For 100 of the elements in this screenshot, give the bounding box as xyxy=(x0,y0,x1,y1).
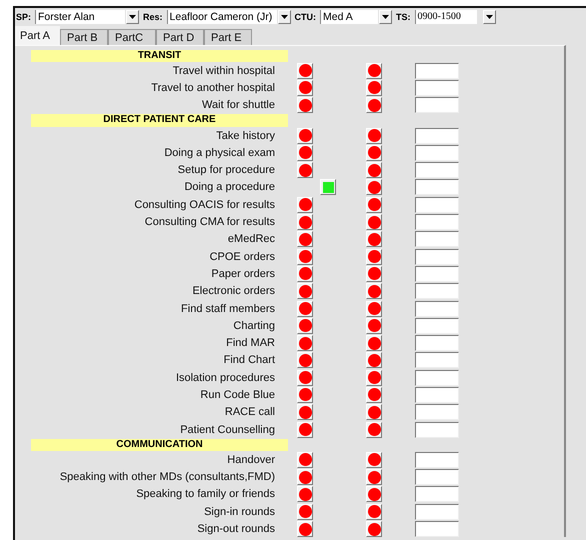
activity-label: RACE call xyxy=(224,406,275,418)
status-button[interactable] xyxy=(297,504,313,520)
status-button[interactable] xyxy=(366,162,382,178)
status-button[interactable] xyxy=(366,266,382,282)
time-field[interactable] xyxy=(415,80,459,96)
status-button[interactable] xyxy=(366,404,382,420)
time-field[interactable] xyxy=(415,370,459,386)
status-button[interactable] xyxy=(366,179,382,196)
status-button[interactable] xyxy=(366,248,382,265)
activity-label: Find MAR xyxy=(225,337,275,350)
status-button[interactable] xyxy=(366,62,382,79)
status-button[interactable] xyxy=(366,452,382,468)
time-field[interactable] xyxy=(415,386,459,403)
time-field[interactable] xyxy=(415,486,459,502)
time-field[interactable] xyxy=(415,521,459,537)
status-button[interactable] xyxy=(297,469,313,486)
status-button[interactable] xyxy=(297,318,313,334)
time-field[interactable] xyxy=(415,504,459,520)
status-button[interactable] xyxy=(366,386,382,403)
status-button[interactable] xyxy=(297,404,313,420)
status-button[interactable] xyxy=(297,486,313,502)
status-button[interactable] xyxy=(366,318,382,334)
time-field[interactable] xyxy=(415,231,459,248)
tab[interactable]: Part D xyxy=(156,29,204,45)
status-button[interactable] xyxy=(366,370,382,386)
status-button[interactable] xyxy=(297,266,313,282)
dropdown-button[interactable] xyxy=(379,10,392,24)
time-field[interactable] xyxy=(415,300,459,316)
time-field[interactable] xyxy=(415,62,459,79)
dropdown-button[interactable] xyxy=(126,10,140,24)
status-button[interactable] xyxy=(297,352,313,368)
status-button[interactable] xyxy=(366,97,382,114)
activity-label: Isolation procedures xyxy=(174,372,275,384)
activity-label: eMedRec xyxy=(226,233,275,246)
time-field[interactable] xyxy=(415,144,459,161)
status-button[interactable] xyxy=(320,179,336,196)
status-button[interactable] xyxy=(297,162,313,178)
dropdown-field[interactable]: Med A xyxy=(320,10,378,24)
time-field[interactable] xyxy=(415,162,459,178)
status-button[interactable] xyxy=(366,486,382,502)
time-field[interactable] xyxy=(415,352,459,368)
dropdown-field[interactable]: Forster Alan xyxy=(35,10,126,24)
status-button[interactable] xyxy=(297,370,313,386)
status-button[interactable] xyxy=(297,300,313,316)
status-button[interactable] xyxy=(297,452,313,468)
status-button[interactable] xyxy=(297,386,313,403)
caret-icon xyxy=(280,15,288,19)
filter-label: CTU: xyxy=(294,12,316,22)
status-button[interactable] xyxy=(366,231,382,248)
status-button[interactable] xyxy=(366,144,382,161)
status-button[interactable] xyxy=(297,62,313,79)
status-button[interactable] xyxy=(297,144,313,161)
dropdown-button[interactable] xyxy=(278,10,291,24)
time-field[interactable] xyxy=(415,422,459,438)
status-button[interactable] xyxy=(297,335,313,352)
time-field[interactable] xyxy=(415,214,459,230)
time-field[interactable] xyxy=(415,196,459,213)
status-button[interactable] xyxy=(297,80,313,96)
caret-icon xyxy=(382,15,390,19)
status-button[interactable] xyxy=(366,335,382,352)
caret-icon xyxy=(486,15,493,19)
time-field[interactable] xyxy=(415,335,459,352)
dropdown-field[interactable]: 0900-1500 xyxy=(414,10,477,24)
time-field[interactable] xyxy=(415,469,459,486)
status-button[interactable] xyxy=(297,214,313,230)
tab[interactable]: Part B xyxy=(60,29,108,45)
status-button[interactable] xyxy=(366,214,382,230)
time-field[interactable] xyxy=(415,318,459,334)
dropdown-field[interactable]: Leafloor Cameron (Jr) xyxy=(166,10,277,24)
status-button[interactable] xyxy=(297,231,313,248)
status-button[interactable] xyxy=(366,128,382,144)
status-button[interactable] xyxy=(366,196,382,213)
tab[interactable]: Part E xyxy=(204,29,252,45)
status-button[interactable] xyxy=(297,422,313,438)
time-field[interactable] xyxy=(415,97,459,114)
status-button[interactable] xyxy=(366,80,382,96)
status-button[interactable] xyxy=(366,504,382,520)
dropdown-button[interactable] xyxy=(482,10,496,24)
time-field[interactable] xyxy=(415,452,459,468)
time-field[interactable] xyxy=(415,248,459,265)
tab[interactable]: Part A xyxy=(15,26,60,45)
time-field[interactable] xyxy=(415,266,459,282)
tab[interactable]: PartC xyxy=(108,29,156,45)
status-button[interactable] xyxy=(366,300,382,316)
status-button[interactable] xyxy=(366,283,382,300)
time-field[interactable] xyxy=(415,283,459,300)
status-button[interactable] xyxy=(366,469,382,486)
status-button[interactable] xyxy=(297,128,313,144)
status-button[interactable] xyxy=(297,196,313,213)
time-field[interactable] xyxy=(415,404,459,420)
status-button[interactable] xyxy=(297,248,313,265)
status-button[interactable] xyxy=(297,97,313,114)
time-field[interactable] xyxy=(415,179,459,196)
status-button[interactable] xyxy=(366,352,382,368)
status-button[interactable] xyxy=(366,422,382,438)
status-button[interactable] xyxy=(366,521,382,537)
time-field[interactable] xyxy=(415,128,459,144)
status-button[interactable] xyxy=(297,283,313,300)
activity-label: Charting xyxy=(232,320,275,332)
status-button[interactable] xyxy=(297,521,313,537)
